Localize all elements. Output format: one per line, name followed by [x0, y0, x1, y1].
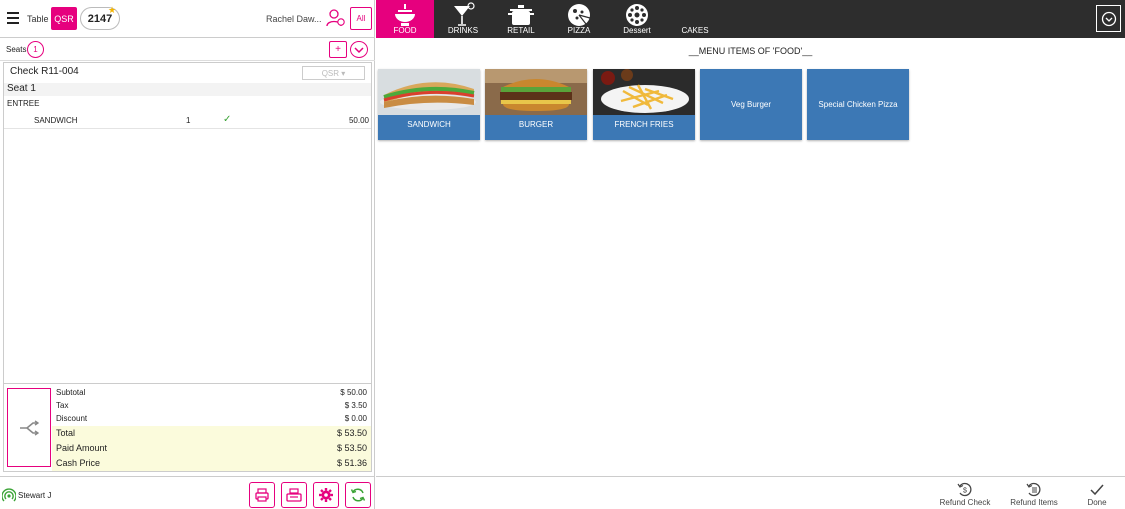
sandwich-image [378, 69, 480, 115]
menu-item-label: FRENCH FRIES [614, 120, 674, 129]
bowl-icon [395, 4, 415, 26]
checkmark-icon [1090, 484, 1104, 496]
cash-price-row: Cash Price $ 51.36 [52, 456, 371, 471]
menu-title: __MENU ITEMS OF 'FOOD'__ [688, 46, 813, 56]
subtotal-row: Subtotal $ 50.00 [56, 388, 367, 397]
star-icon: ★ [108, 5, 117, 15]
pizza-icon [568, 4, 591, 26]
category-tab-retail[interactable]: RETAIL [492, 0, 550, 38]
dessert-icon [626, 4, 648, 26]
user-name: Rachel Daw... [266, 14, 322, 24]
menu-item-burger[interactable]: BURGER [485, 69, 587, 140]
french-fries-image [593, 69, 695, 115]
menu-item-veg-burger[interactable]: Veg Burger [700, 69, 802, 140]
cash-register-icon [286, 488, 302, 502]
menu-item-label: SANDWICH [407, 120, 451, 129]
category-bar: FOOD DRINKS RETAIL PIZZA Dessert CAKES [376, 0, 1125, 38]
refund-items-icon [1026, 482, 1041, 497]
menu-item-special-chicken-pizza[interactable]: Special Chicken Pizza [807, 69, 909, 140]
filter-all-button[interactable]: All [350, 7, 372, 30]
split-icon [20, 419, 39, 436]
gear-icon [319, 488, 333, 502]
refresh-icon [350, 488, 366, 502]
category-tab-dessert[interactable]: Dessert [608, 0, 666, 38]
menu-item-label: Veg Burger [730, 100, 772, 109]
check-mark-icon: ✓ [223, 114, 232, 125]
item-amount: 50.00 [348, 116, 369, 125]
chevron-down-circle-icon [1101, 11, 1116, 26]
category-tab-cakes[interactable]: CAKES [666, 0, 724, 38]
pot-icon [508, 5, 534, 25]
cash-drawer-button[interactable] [281, 482, 307, 508]
cocktail-icon [454, 2, 475, 26]
order-type-button[interactable]: QSR [51, 7, 77, 30]
category-tab-drinks[interactable]: DRINKS [434, 0, 492, 38]
menu-item-french-fries[interactable]: FRENCH FRIES [593, 69, 695, 140]
menu-item-label: Special Chicken Pizza [818, 100, 898, 109]
print-button[interactable] [249, 482, 275, 508]
seat-heading[interactable]: Seat 1 [4, 83, 371, 96]
settings-button[interactable] [313, 482, 339, 508]
employee-name: Stewart J [18, 491, 52, 500]
category-tab-food[interactable]: FOOD [376, 0, 434, 38]
seats-label: Seats [6, 45, 27, 54]
discount-row: Discount $ 0.00 [56, 414, 367, 423]
burger-image [485, 69, 587, 115]
order-panel: Table QSR 2147 ★ Rachel Daw... All Seats… [0, 0, 375, 509]
table-label: Table [27, 14, 49, 24]
refund-items-label: Refund Items [1010, 498, 1058, 507]
seats-row: Seats 1 + [0, 39, 375, 61]
collapse-categories-button[interactable] [1096, 5, 1121, 32]
add-seat-button[interactable]: + [329, 41, 347, 58]
check-title: Check R11-004 [10, 66, 79, 77]
action-footer: $ Refund Check Refund Items Done [376, 476, 1125, 509]
split-check-button[interactable] [7, 388, 51, 467]
check-detail: Check R11-004 QSR ▾ Seat 1 ENTREE SANDWI… [3, 62, 372, 384]
user-settings-icon[interactable] [326, 8, 346, 28]
tax-row: Tax $ 3.50 [56, 401, 367, 410]
order-footer: Stewart J [0, 476, 375, 509]
hamburger-menu-icon[interactable] [7, 12, 19, 24]
printer-icon [255, 488, 269, 502]
order-header: Table QSR 2147 ★ Rachel Daw... All [0, 0, 375, 38]
paid-amount-row: Paid Amount $ 53.50 [52, 441, 371, 456]
item-name: SANDWICH [34, 116, 78, 125]
item-qty: 1 [186, 116, 191, 125]
refund-check-icon: $ [957, 482, 972, 497]
refund-items-button[interactable]: Refund Items [1007, 482, 1061, 507]
category-tab-pizza[interactable]: PIZZA [550, 0, 608, 38]
expand-icon[interactable] [350, 41, 368, 58]
employee-signal-icon [2, 488, 16, 502]
seat-selector[interactable]: 1 [27, 41, 44, 58]
svg-text:$: $ [963, 488, 967, 495]
done-button[interactable]: Done [1082, 482, 1112, 507]
total-row: Total $ 53.50 [52, 426, 371, 441]
check-type-dropdown[interactable]: QSR ▾ [302, 66, 365, 80]
done-label: Done [1087, 498, 1107, 507]
check-item-row[interactable]: SANDWICH 1 ✓ 50.00 [4, 113, 371, 129]
refund-check-label: Refund Check [939, 498, 991, 507]
course-label: ENTREE [7, 99, 40, 108]
totals-panel: Subtotal $ 50.00 Tax $ 3.50 Discount $ 0.00… [3, 384, 372, 472]
menu-item-sandwich[interactable]: SANDWICH [378, 69, 480, 140]
refresh-button[interactable] [345, 482, 371, 508]
refund-check-button[interactable]: $ Refund Check [936, 482, 994, 507]
menu-item-label: BURGER [518, 120, 554, 129]
